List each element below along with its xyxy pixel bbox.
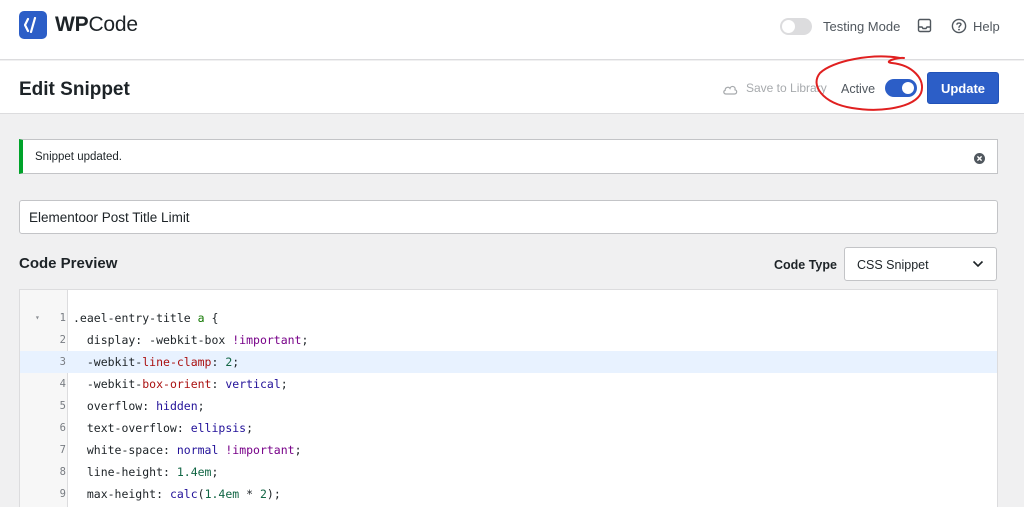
code-line[interactable]: 8 line-height: 1.4em;: [20, 461, 997, 483]
code-text: -webkit-line-clamp: 2;: [73, 355, 240, 369]
code-line[interactable]: 9 max-height: calc(1.4em * 2);: [20, 483, 997, 505]
code-line[interactable]: 2 display: -webkit-box !important;: [20, 329, 997, 351]
line-number: 2: [59, 334, 66, 346]
snippet-title-input[interactable]: [19, 200, 998, 234]
snippet-updated-notice: Snippet updated.: [19, 139, 998, 174]
code-text: -webkit-box-orient: vertical;: [73, 377, 288, 391]
page-title: Edit Snippet: [19, 79, 130, 100]
page-header: Edit Snippet Save to Library Active Upda…: [0, 61, 1024, 114]
testing-mode-toggle[interactable]: [780, 18, 812, 35]
code-line[interactable]: 3 -webkit-line-clamp: 2;: [20, 351, 997, 373]
line-number: 5: [59, 400, 66, 412]
code-line[interactable]: ▾ 1 .eael-entry-title a {: [20, 307, 997, 329]
code-text: display: -webkit-box !important;: [73, 333, 309, 347]
code-type-select[interactable]: CSS Snippet: [844, 247, 997, 281]
code-text: white-space: normal !important;: [73, 443, 302, 457]
line-number: 1: [59, 312, 66, 324]
code-preview-title: Code Preview: [19, 255, 118, 272]
notice-text: Snippet updated.: [35, 151, 122, 163]
inbox-icon[interactable]: [917, 18, 932, 38]
close-icon[interactable]: [974, 151, 985, 169]
code-editor[interactable]: ▾ 1 .eael-entry-title a { 2 display: -webki…: [19, 289, 998, 507]
cloud-icon: [722, 82, 738, 100]
save-to-library-button[interactable]: Save to Library: [746, 81, 827, 95]
active-toggle[interactable]: [885, 79, 917, 97]
active-label: Active: [841, 82, 876, 96]
code-line[interactable]: 5 overflow: hidden;: [20, 395, 997, 417]
wpcode-logo[interactable]: WPCode: [19, 11, 138, 39]
code-text: overflow: hidden;: [73, 399, 205, 413]
line-number: 6: [59, 422, 66, 434]
code-text: .eael-entry-title a {: [73, 311, 219, 325]
chevron-down-icon: [972, 260, 984, 268]
code-type-label: Code Type: [774, 258, 837, 272]
logo-text: WPCode: [55, 13, 138, 36]
line-number: 3: [59, 356, 66, 368]
help-icon[interactable]: [951, 18, 967, 39]
code-line[interactable]: 6 text-overflow: ellipsis;: [20, 417, 997, 439]
code-text: line-height: 1.4em;: [73, 465, 219, 479]
help-link[interactable]: Help: [973, 19, 1000, 34]
code-line[interactable]: 7 white-space: normal !important;: [20, 439, 997, 461]
code-lines: ▾ 1 .eael-entry-title a { 2 display: -webki…: [20, 307, 997, 505]
fold-arrow-icon[interactable]: ▾: [35, 307, 40, 329]
update-button[interactable]: Update: [927, 72, 999, 104]
wpcode-logo-icon: [19, 11, 47, 39]
code-type-value: CSS Snippet: [857, 258, 929, 272]
code-line[interactable]: 4 -webkit-box-orient: vertical;: [20, 373, 997, 395]
code-text: max-height: calc(1.4em * 2);: [73, 487, 281, 501]
code-text: text-overflow: ellipsis;: [73, 421, 254, 435]
line-number: 4: [59, 378, 66, 390]
line-number: 7: [59, 444, 66, 456]
line-number: 9: [59, 488, 66, 500]
top-bar: WPCode Testing Mode Help: [0, 0, 1024, 60]
testing-mode-label: Testing Mode: [823, 19, 901, 34]
line-number: 8: [59, 466, 66, 478]
